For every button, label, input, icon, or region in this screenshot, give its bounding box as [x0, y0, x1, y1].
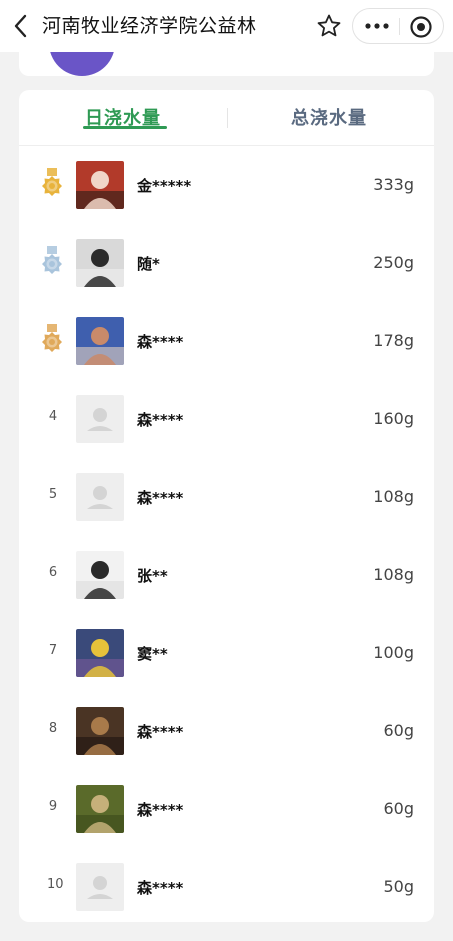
avatar	[76, 551, 124, 599]
medal-gold-icon	[42, 168, 62, 196]
ranking-card: 日浇水量 总浇水量 金***** 333g 随* 250g 森**** 178g 4 森***…	[19, 90, 434, 922]
rank-number: 5	[48, 487, 58, 502]
ranking-row[interactable]: 10 森**** 50g	[19, 863, 434, 941]
user-name: 森****	[137, 411, 184, 429]
user-name: 金*****	[137, 177, 192, 195]
watering-amount: 160g	[373, 409, 414, 428]
watering-amount: 60g	[383, 721, 414, 740]
ranking-row[interactable]: 随* 250g	[19, 239, 434, 317]
user-name: 随*	[137, 255, 160, 273]
avatar	[76, 707, 124, 755]
user-name: 窦**	[137, 645, 168, 663]
ranking-row[interactable]: 6 张** 108g	[19, 551, 434, 629]
ranking-row[interactable]: 金***** 333g	[19, 161, 434, 239]
ranking-row[interactable]: 5 森**** 108g	[19, 473, 434, 551]
user-name: 森****	[137, 879, 184, 897]
ranking-row[interactable]: 8 森**** 60g	[19, 707, 434, 785]
active-tab-indicator	[83, 126, 167, 129]
ranking-row[interactable]: 森**** 178g	[19, 317, 434, 395]
tab-divider	[227, 108, 228, 128]
mini-program-capsule	[352, 8, 444, 44]
rank-number: 9	[48, 799, 58, 814]
watering-amount: 108g	[373, 487, 414, 506]
star-icon[interactable]	[316, 13, 342, 39]
default-avatar-icon	[76, 395, 124, 443]
user-name: 张**	[137, 567, 168, 585]
user-name: 森****	[137, 333, 184, 351]
back-icon[interactable]	[12, 13, 30, 39]
avatar	[76, 317, 124, 365]
watering-amount: 100g	[373, 643, 414, 662]
rank-number: 6	[48, 565, 58, 580]
medal-bronze-icon	[42, 324, 62, 352]
rank-number: 8	[48, 721, 58, 736]
user-avatar-partial	[49, 52, 115, 76]
default-avatar-icon	[76, 863, 124, 911]
watering-amount: 50g	[383, 877, 414, 896]
avatar	[76, 161, 124, 209]
default-avatar-icon	[76, 473, 124, 521]
top-bar: 河南牧业经济学院公益林	[0, 0, 453, 52]
profile-card-partial	[19, 52, 434, 76]
ranking-row[interactable]: 7 窦** 100g	[19, 629, 434, 707]
watering-amount: 333g	[373, 175, 414, 194]
avatar	[76, 785, 124, 833]
avatar	[76, 629, 124, 677]
ranking-row[interactable]: 9 森**** 60g	[19, 785, 434, 863]
medal-silver-icon	[42, 246, 62, 274]
rank-number: 4	[48, 409, 58, 424]
watering-amount: 178g	[373, 331, 414, 350]
watering-amount: 108g	[373, 565, 414, 584]
user-name: 森****	[137, 489, 184, 507]
tab-total-watering[interactable]: 总浇水量	[291, 104, 367, 130]
capsule-divider	[399, 18, 400, 35]
ranking-row[interactable]: 4 森**** 160g	[19, 395, 434, 473]
rank-number: 7	[48, 643, 58, 658]
ranking-tabs: 日浇水量 总浇水量	[19, 90, 434, 146]
user-name: 森****	[137, 723, 184, 741]
more-icon[interactable]	[363, 17, 391, 35]
avatar	[76, 239, 124, 287]
rank-number: 10	[47, 877, 64, 892]
user-name: 森****	[137, 801, 184, 819]
watering-amount: 250g	[373, 253, 414, 272]
watering-amount: 60g	[383, 799, 414, 818]
page-title: 河南牧业经济学院公益林	[42, 15, 257, 37]
target-icon[interactable]	[409, 15, 433, 39]
